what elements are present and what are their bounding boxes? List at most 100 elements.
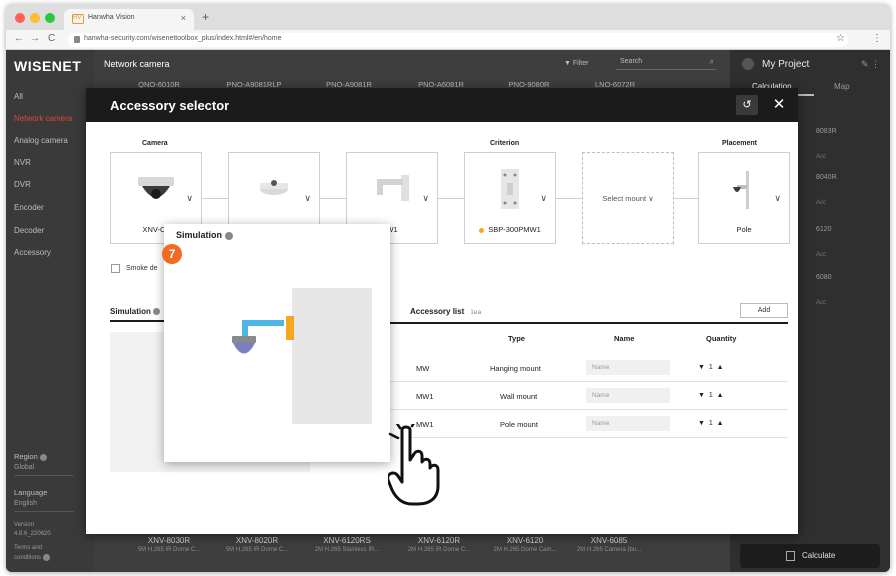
divider	[366, 322, 788, 324]
sidebar-item-encoder[interactable]: Encoder	[14, 203, 44, 212]
calculator-icon	[786, 551, 795, 561]
chevron-down-icon[interactable]: ∨	[774, 193, 781, 204]
name-input[interactable]: Name	[586, 360, 670, 375]
browser-menu-icon[interactable]: ⋮	[872, 33, 882, 44]
browser-tab[interactable]: HV Hanwha Vision ×	[64, 9, 194, 30]
model-name[interactable]: XNV-6120RS	[302, 536, 392, 545]
table-row: MW1 Wall mount Name ▼ 1 ▲	[366, 382, 788, 410]
url-input[interactable]: hanwha-security.com/wisenettoolbox_plus/…	[68, 33, 848, 47]
select-mount-dropdown[interactable]: Select mount ∨	[583, 194, 673, 203]
increase-icon[interactable]: ▲	[717, 420, 724, 427]
pole-placement-icon	[733, 171, 749, 209]
reload-icon[interactable]: C	[48, 33, 55, 44]
calculate-button[interactable]: Calculate	[740, 544, 880, 568]
info-icon	[39, 453, 47, 461]
close-icon[interactable]: ✕	[768, 94, 790, 116]
connector-line	[674, 198, 698, 199]
decrease-icon[interactable]: ▼	[698, 420, 705, 427]
browser-window: HV Hanwha Vision × + ← → C hanwha-securi…	[6, 4, 890, 572]
version-value: 4.8.6_220620	[14, 531, 51, 537]
language-select[interactable]: English	[14, 500, 37, 507]
add-button[interactable]: Add	[740, 303, 788, 318]
project-icon	[742, 58, 754, 70]
tab-map[interactable]: Map	[834, 82, 850, 91]
project-item-code[interactable]: 8083R	[816, 128, 837, 135]
model-name[interactable]: XNV-6120R	[394, 536, 484, 545]
name-input[interactable]: Name	[586, 416, 670, 431]
row-type: Pole mount	[500, 420, 538, 429]
accessory-list-heading: Accessory list 1ea	[410, 307, 482, 316]
filter-button[interactable]: ▼ Filter	[564, 60, 588, 67]
region-label: Region	[14, 452, 47, 461]
name-input[interactable]: Name	[586, 388, 670, 403]
chevron-down-icon[interactable]: ∨	[540, 193, 547, 204]
hand-pointer-icon	[388, 424, 440, 506]
column-header-type: Type	[508, 334, 525, 343]
placement-card[interactable]: ∨ Pole	[698, 152, 790, 244]
close-window-button[interactable]	[15, 13, 25, 23]
decrease-icon[interactable]: ▼	[698, 392, 705, 399]
simulation-heading: Simulation	[110, 307, 160, 316]
project-item-acc: Acc	[816, 252, 827, 258]
divider	[14, 475, 74, 476]
region-select[interactable]: Global	[14, 464, 34, 471]
quantity-stepper[interactable]: ▼ 1 ▲	[698, 392, 724, 399]
popup-title: Simulation	[176, 230, 234, 240]
quantity-stepper[interactable]: ▼ 1 ▲	[698, 364, 724, 371]
connector-line	[438, 198, 464, 199]
model-name[interactable]: XNV-6085	[564, 536, 654, 545]
sidebar-item-dvr[interactable]: DVR	[14, 180, 31, 189]
model-desc: 2M H.265 Stainless IR...	[314, 547, 380, 553]
back-icon[interactable]: ←	[14, 33, 24, 44]
page-title: Network camera	[104, 59, 170, 69]
chevron-down-icon[interactable]: ∨	[422, 193, 429, 204]
minimize-window-button[interactable]	[30, 13, 40, 23]
smoke-checkbox[interactable]	[111, 264, 120, 273]
terms-link[interactable]: Terms and	[14, 545, 42, 551]
quantity-stepper[interactable]: ▼ 1 ▲	[698, 420, 724, 427]
terms-link-2[interactable]: conditions	[14, 554, 51, 561]
project-item-code[interactable]: 6120	[816, 226, 832, 233]
info-icon	[43, 554, 51, 561]
chevron-down-icon[interactable]: ∨	[304, 193, 311, 204]
decrease-icon[interactable]: ▼	[698, 364, 705, 371]
language-label: Language	[14, 488, 48, 497]
new-tab-icon[interactable]: +	[202, 10, 209, 24]
model-name[interactable]: XNV-8030R	[124, 536, 214, 545]
increase-icon[interactable]: ▲	[717, 392, 724, 399]
sidebar-item-accessory[interactable]: Accessory	[14, 248, 51, 257]
search-icon: ⌕	[709, 57, 714, 66]
camera-label: Camera	[142, 140, 168, 147]
reset-icon[interactable]: ↺	[736, 95, 758, 115]
maximize-window-button[interactable]	[45, 13, 55, 23]
search-input[interactable]: Search ⌕	[616, 56, 716, 70]
model-name[interactable]: XNV-8020R	[212, 536, 302, 545]
sidebar-item-network-camera[interactable]: Network camera	[14, 114, 72, 123]
sidebar-item-all[interactable]: All	[14, 92, 23, 101]
forward-icon[interactable]: →	[30, 33, 40, 44]
model-name[interactable]: XNV-6120	[480, 536, 570, 545]
model-desc: 5M H.265 IR Dome C...	[225, 547, 289, 553]
pole-background	[292, 288, 372, 424]
divider	[14, 511, 74, 512]
row-type: Wall mount	[500, 392, 538, 401]
hanging-mount-icon	[260, 180, 288, 195]
search-placeholder: Search	[620, 58, 643, 65]
sidebar-item-analog-camera[interactable]: Analog camera	[14, 136, 68, 145]
pole-mount-card[interactable]: ∨ SBP-300PMW1	[464, 152, 556, 244]
sidebar-item-decoder[interactable]: Decoder	[14, 226, 44, 235]
simulation-popup: Simulation	[164, 224, 390, 462]
project-item-code[interactable]: 6080	[816, 274, 832, 281]
lock-icon	[74, 36, 80, 43]
sidebar-item-nvr[interactable]: NVR	[14, 158, 31, 167]
chevron-down-icon[interactable]: ∨	[186, 193, 193, 204]
increase-icon[interactable]: ▲	[717, 364, 724, 371]
project-item-code[interactable]: 8040R	[816, 174, 837, 181]
tab-close-icon[interactable]: ×	[181, 13, 186, 23]
bookmark-star-icon[interactable]: ☆	[836, 33, 845, 44]
select-mount-card[interactable]: Select mount ∨	[582, 152, 674, 244]
dome-camera-icon	[138, 177, 174, 199]
project-actions-icon[interactable]: ✎ ⋮	[861, 59, 880, 70]
criterion-label: Criterion	[490, 140, 520, 147]
table-row: MW Hanging mount Name ▼ 1 ▲	[366, 354, 788, 382]
